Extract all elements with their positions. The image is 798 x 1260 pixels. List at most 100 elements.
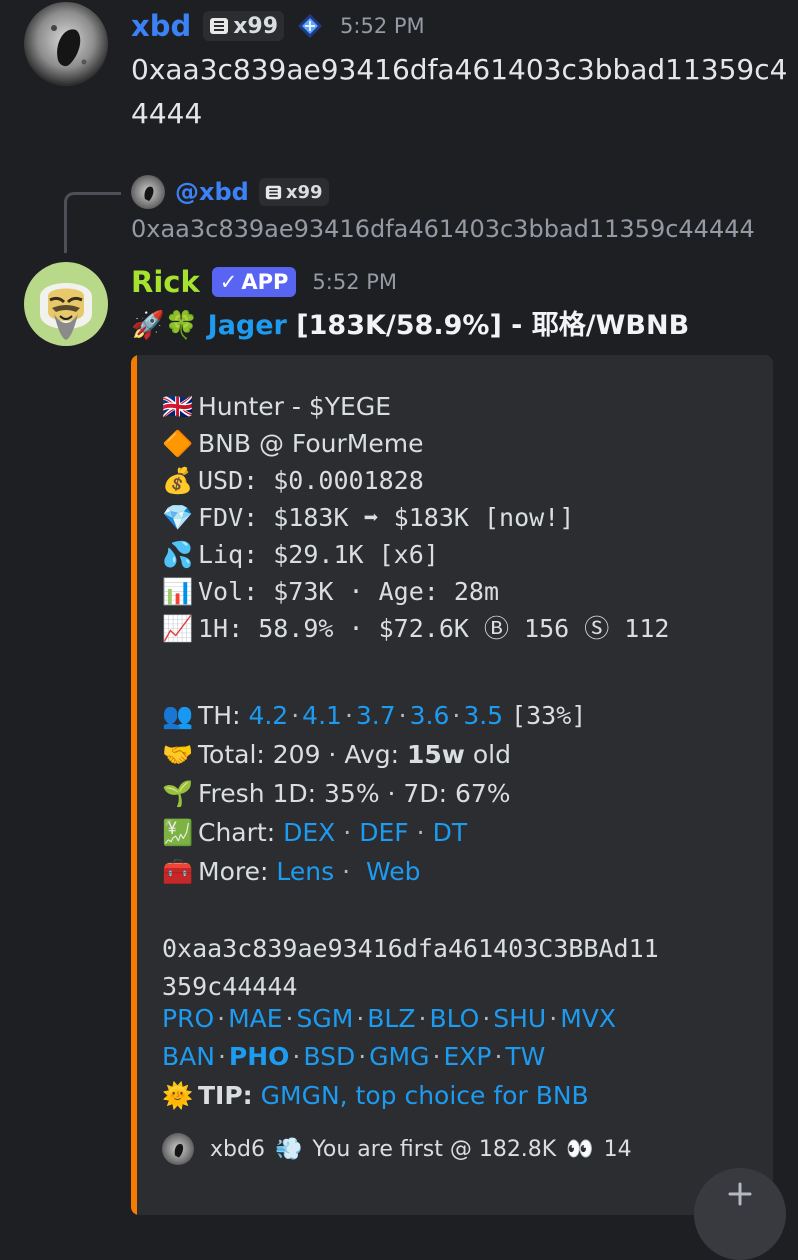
tip-link[interactable]: GMGN, top choice for BNB [261, 1081, 589, 1110]
gem-icon: 💎 [162, 503, 194, 532]
tag-count: x99 [285, 181, 323, 203]
money-bag-icon: 💰 [162, 466, 194, 495]
row-text: Total: 209 · Avg: [198, 740, 407, 769]
th-row: 👥 TH: 4.2 · 4.1 · 3.7 · 3.6 · 3.5 [33%] [162, 701, 587, 730]
chain-row: 🔶 BNB @ FourMeme [162, 428, 424, 460]
row-label: TH: [198, 701, 241, 730]
message-content: 0xaa3c839ae93416dfa461403c3bbad11359c4 4… [131, 48, 787, 136]
fdv-row: 💎 FDV: $183K ➡ $183K [now!] [162, 502, 574, 534]
th-value-link[interactable]: 3.5 [463, 701, 503, 730]
dash-icon: 💨 [274, 1136, 303, 1162]
message-header: xbd x99 5:52 PM [131, 6, 425, 46]
tip-label: TIP: [198, 1081, 253, 1110]
bot-avatar[interactable] [24, 262, 108, 346]
avg-age: 15w [406, 740, 465, 769]
reply-mention[interactable]: @xbd [175, 178, 249, 206]
timestamp: 5:52 PM [312, 270, 398, 294]
title-text: [183K/58.9%] - 耶格/WBNB [286, 310, 690, 341]
tag-icon [265, 185, 281, 199]
token-link[interactable]: Jager [208, 310, 287, 341]
link-blo[interactable]: BLO [429, 1004, 479, 1033]
link-shu[interactable]: SHU [493, 1004, 546, 1033]
bnb-icon: 🔶 [162, 429, 194, 458]
row-text: 1H: 58.9% · $72.6K Ⓑ 156 Ⓢ 112 [198, 614, 670, 643]
chart-up-icon: 📈 [162, 614, 194, 643]
th-suffix: [33%] [511, 701, 587, 730]
usd-row: 💰 USD: $0.0001828 [162, 465, 424, 497]
th-value-link[interactable]: 4.1 [302, 701, 342, 730]
chart-link-dt[interactable]: DT [433, 818, 468, 847]
link-ban[interactable]: BAN [162, 1042, 215, 1071]
more-link-lens[interactable]: Lens [276, 857, 334, 886]
th-value-link[interactable]: 3.7 [356, 701, 396, 730]
tag-icon [210, 18, 229, 34]
people-icon: 👥 [162, 701, 194, 730]
row-label: Chart: [198, 818, 276, 847]
row-text: FDV: $183K ➡ $183K [now!] [198, 503, 575, 532]
author-name[interactable]: Rick [131, 265, 200, 299]
link-mae[interactable]: MAE [228, 1004, 282, 1033]
uk-flag-icon: 🇬🇧 [162, 392, 194, 421]
diamond-icon [298, 14, 323, 38]
total-row: 🤝 Total: 209 · Avg: 15w old [162, 739, 511, 771]
link-row: PRO · MAE · SGM · BLZ · BLO · SHU · MVX [162, 1004, 616, 1033]
link-sgm[interactable]: SGM [297, 1004, 354, 1033]
embed-footer: xbd6 💨 You are first @ 182.8K 👀 14 [162, 1132, 632, 1166]
link-bsd[interactable]: BSD [303, 1042, 355, 1071]
tip-row: 🌞 TIP: GMGN, top choice for BNB [162, 1080, 589, 1112]
message-line: 0xaa3c839ae93416dfa461403c3bbad11359c4 [131, 53, 788, 86]
h1-row: 📈 1H: 58.9% · $72.6K Ⓑ 156 Ⓢ 112 [162, 613, 669, 645]
seedling-icon: 🌱 [162, 779, 194, 808]
token-name-row: 🇬🇧 Hunter - $YEGE [162, 391, 391, 423]
contract-address[interactable]: 0xaa3c839ae93416dfa461403C3BBAd11 359c44… [162, 930, 659, 1006]
footer-text: You are first @ 182.8K [312, 1136, 557, 1162]
server-tag[interactable]: x99 [258, 178, 329, 206]
link-mvx[interactable]: MVX [560, 1004, 616, 1033]
chart-row: 💹 Chart: DEX · DEF · DT [162, 818, 468, 847]
message-line: 4444 [131, 97, 203, 130]
row-text: USD: $0.0001828 [198, 466, 424, 495]
footer-user: xbd6 [210, 1136, 265, 1162]
footer-count: 14 [603, 1136, 632, 1162]
link-blz[interactable]: BLZ [367, 1004, 415, 1033]
reply-header[interactable]: @xbd x99 [131, 174, 329, 210]
chart-yen-icon: 💹 [162, 818, 194, 847]
handshake-icon: 🤝 [162, 740, 194, 769]
more-link-web[interactable]: Web [366, 857, 421, 886]
add-button[interactable] [694, 1168, 786, 1260]
app-badge-label: APP [241, 270, 289, 294]
link-row: BAN · PHO · BSD · GMG · EXP · TW [162, 1042, 546, 1071]
tag-count: x99 [233, 13, 279, 39]
th-value-link[interactable]: 4.2 [248, 701, 288, 730]
footer-avatar [162, 1133, 194, 1165]
sun-icon: 🌞 [162, 1081, 194, 1110]
link-tw[interactable]: TW [505, 1042, 545, 1071]
link-pho[interactable]: PHO [229, 1042, 290, 1071]
server-tag[interactable]: x99 [203, 11, 285, 41]
row-text: Fresh 1D: 35% · 7D: 67% [198, 779, 511, 808]
bar-chart-icon: 📊 [162, 577, 194, 606]
avatar[interactable] [24, 2, 108, 86]
address-line: 359c44444 [162, 972, 298, 1001]
row-label: More: [198, 857, 269, 886]
address-line: 0xaa3c839ae93416dfa461403C3BBAd11 [162, 934, 659, 963]
timestamp: 5:52 PM [340, 14, 425, 38]
eyes-icon: 👀 [566, 1136, 594, 1162]
reply-preview[interactable]: 0xaa3c839ae93416dfa461403c3bbad11359c444… [131, 212, 755, 246]
droplets-icon: 💦 [162, 540, 194, 569]
chart-link-def[interactable]: DEF [359, 818, 408, 847]
reply-avatar [131, 175, 165, 209]
row-text: Vol: $73K · Age: 28m [198, 577, 500, 606]
row-text: Liq: $29.1K [x6] [198, 540, 439, 569]
chart-link-dex[interactable]: DEX [283, 818, 335, 847]
more-row: 🧰 More: Lens · Web [162, 857, 421, 886]
author-name[interactable]: xbd [131, 9, 191, 43]
link-pro[interactable]: PRO [162, 1004, 214, 1033]
vol-row: 📊 Vol: $73K · Age: 28m [162, 576, 499, 608]
app-badge: ✓ APP [211, 267, 297, 297]
fresh-row: 🌱 Fresh 1D: 35% · 7D: 67% [162, 778, 511, 810]
link-exp[interactable]: EXP [443, 1042, 491, 1071]
th-value-link[interactable]: 3.6 [410, 701, 450, 730]
link-gmg[interactable]: GMG [369, 1042, 429, 1071]
plus-icon [728, 1182, 752, 1206]
